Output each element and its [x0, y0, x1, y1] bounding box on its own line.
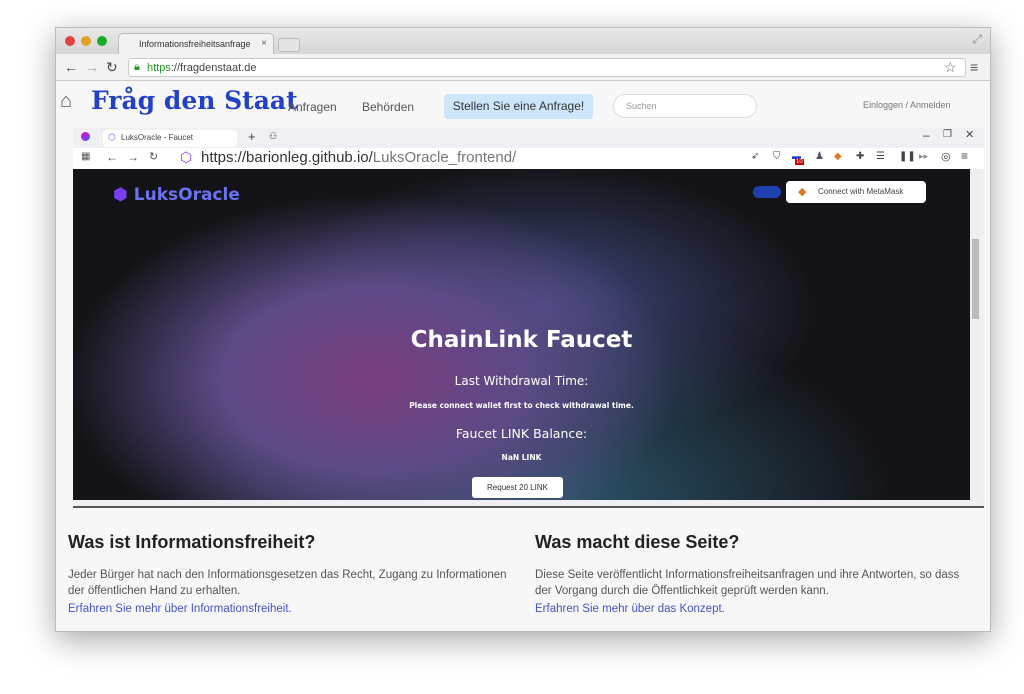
- last-withdrawal-label: Last Withdrawal Time:: [454, 374, 589, 388]
- close-icon[interactable]: ✕: [965, 128, 974, 141]
- url-field[interactable]: https://barionleg.github.io/LuksOracle_f…: [201, 149, 516, 166]
- forward-icon[interactable]: →: [85, 59, 99, 75]
- hexagon-favicon-icon: ⬡: [108, 132, 116, 142]
- tab-title: LuksOracle - Faucet: [121, 133, 194, 142]
- outer-browser-window: Informationsfreiheitsanfrage × ⤢ ← → ↻ 🔒︎…: [55, 27, 991, 632]
- extension-flag-icon[interactable]: ▬ 10: [792, 151, 804, 165]
- new-tab-button[interactable]: [278, 38, 300, 52]
- puzzle-extensions-icon[interactable]: ✚: [856, 151, 864, 162]
- metamask-fox-icon[interactable]: ◆: [834, 151, 842, 162]
- network-pill[interactable]: [753, 186, 781, 198]
- balance-value: NaN LINK: [501, 453, 542, 462]
- playlist-icon[interactable]: ☰: [876, 151, 885, 162]
- info-section-about: Was macht diese Seite? Diese Seite veröf…: [535, 532, 975, 617]
- url-path: LuksOracle_frontend/: [372, 149, 517, 166]
- section-text: Jeder Bürger hat nach den Informationsge…: [68, 569, 507, 597]
- url-host: https://barionleg.github.io/: [201, 149, 373, 166]
- scrollbar-thumb[interactable]: [972, 239, 979, 319]
- learn-more-link[interactable]: Erfahren Sie mehr über Informationsfreih…: [68, 603, 292, 615]
- learn-more-link[interactable]: Erfahren Sie mehr über das Konzept.: [535, 603, 725, 615]
- minimize-icon[interactable]: –: [923, 128, 930, 142]
- url-scheme: https: [147, 62, 171, 74]
- close-window-button[interactable]: [65, 36, 75, 46]
- outer-tab[interactable]: Informationsfreiheitsanfrage ×: [118, 33, 274, 54]
- page-title: ChainLink Faucet: [410, 327, 633, 353]
- make-request-button[interactable]: Stellen Sie eine Anfrage!: [444, 94, 593, 119]
- bookmark-star-icon[interactable]: ☆: [944, 59, 957, 76]
- tab-title: Informationsfreiheitsanfrage: [139, 39, 251, 49]
- inner-address-bar: ▦ ← → ↻ ⬡ https://barionleg.github.io/Lu…: [73, 148, 984, 169]
- fullscreen-icon[interactable]: ⤢: [972, 32, 982, 47]
- rocket-icon[interactable]: ➶: [751, 151, 759, 162]
- private-mode-icon[interactable]: ⚇: [269, 131, 277, 142]
- section-heading: Was ist Informationsfreiheit?: [68, 532, 316, 552]
- request-link-button[interactable]: Request 20 LINK: [472, 477, 563, 498]
- url-field[interactable]: 🔒︎ https://fragdenstaat.de: [128, 58, 966, 77]
- inner-browser-window: ⬡ LuksOracle - Faucet + ⚇ – ❐ ✕ ▦ ← → ↻ ⬡…: [73, 128, 984, 508]
- shield-icon[interactable]: ⛉: [773, 151, 781, 162]
- outer-tab-bar: Informationsfreiheitsanfrage × ⤢: [56, 28, 990, 54]
- inner-tab[interactable]: ⬡ LuksOracle - Faucet: [103, 130, 237, 147]
- fragdenstaat-page: ⌂ Fråg den Staat Anfragen Behörden Stell…: [56, 82, 990, 631]
- hexagon-logo-icon: ⬢: [113, 185, 128, 205]
- building-logo-icon: ⌂: [60, 90, 73, 112]
- forward-icon[interactable]: →: [127, 150, 139, 164]
- search-input[interactable]: Suchen: [613, 94, 757, 118]
- site-title[interactable]: Fråg den Staat: [91, 86, 298, 115]
- connect-label: Connect with MetaMask: [818, 187, 904, 196]
- login-link[interactable]: Einloggen / Anmelden: [863, 100, 951, 110]
- skip-forward-icon[interactable]: ▸▸: [919, 151, 928, 162]
- pause-icon[interactable]: ❚❚: [899, 151, 916, 162]
- browser-logo-icon: [81, 132, 90, 141]
- outer-address-bar: ← → ↻ 🔒︎ https://fragdenstaat.de ☆ ≡: [56, 54, 990, 81]
- account-icon[interactable]: ◎: [941, 150, 951, 163]
- metamask-fox-icon: ◆: [798, 186, 807, 198]
- back-icon[interactable]: ←: [64, 59, 78, 75]
- extension-badge: 10: [795, 159, 804, 165]
- restore-icon[interactable]: ❐: [943, 129, 952, 140]
- new-tab-icon[interactable]: +: [248, 129, 256, 144]
- last-withdrawal-value: Please connect wallet first to check wit…: [409, 401, 634, 410]
- robot-extension-icon[interactable]: ♟: [815, 151, 824, 162]
- info-section-freedom: Was ist Informationsfreiheit? Jeder Bürg…: [68, 532, 508, 617]
- menu-icon[interactable]: ≡: [961, 149, 968, 163]
- nav-anfragen[interactable]: Anfragen: [288, 100, 337, 114]
- site-hexagon-icon: ⬡: [180, 149, 193, 165]
- faucet-page: ⬢ LuksOracle ◆ Connect with MetaMask Chai…: [73, 169, 970, 500]
- lock-icon: 🔒︎: [134, 61, 140, 73]
- maximize-window-button[interactable]: [97, 36, 107, 46]
- reload-icon[interactable]: ↻: [149, 150, 158, 163]
- logo-text: LuksOracle: [133, 185, 240, 205]
- scrollbar[interactable]: [970, 169, 981, 500]
- back-icon[interactable]: ←: [106, 150, 118, 164]
- reload-icon[interactable]: ↻: [106, 59, 118, 76]
- minimize-window-button[interactable]: [81, 36, 91, 46]
- close-tab-icon[interactable]: ×: [261, 38, 267, 49]
- section-heading: Was macht diese Seite?: [535, 532, 740, 552]
- lukso-logo[interactable]: ⬢ LuksOracle: [113, 185, 240, 205]
- connect-metamask-button[interactable]: ◆ Connect with MetaMask: [786, 181, 926, 203]
- nav-behoerden[interactable]: Behörden: [362, 100, 414, 114]
- url-host: ://fragdenstaat.de: [170, 62, 257, 74]
- balance-label: Faucet LINK Balance:: [455, 426, 588, 441]
- menu-icon[interactable]: ≡: [970, 59, 978, 75]
- apps-grid-icon[interactable]: ▦: [81, 151, 90, 162]
- section-text: Diese Seite veröffentlicht Informationsf…: [535, 569, 960, 597]
